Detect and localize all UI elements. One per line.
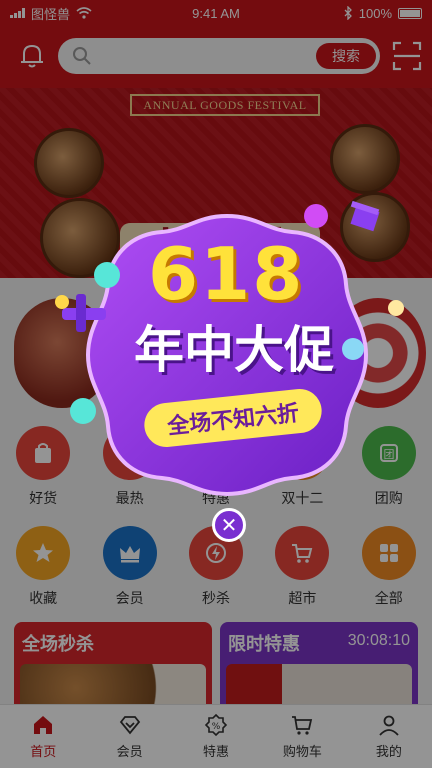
airplane-icon bbox=[55, 294, 106, 332]
close-button[interactable]: ✕ bbox=[212, 508, 246, 542]
gift-box-icon bbox=[350, 200, 380, 232]
popup-headline: 年中大促 bbox=[134, 322, 334, 378]
popup-number: 618 bbox=[148, 232, 305, 316]
decor-dot bbox=[94, 262, 120, 288]
decor-dot bbox=[304, 204, 328, 228]
close-icon: ✕ bbox=[220, 514, 238, 537]
promo-popup[interactable]: 618 年中大促 全场不知六折 bbox=[82, 210, 372, 500]
decor-dot bbox=[388, 300, 404, 316]
decor-dot bbox=[70, 398, 96, 424]
decor-dot bbox=[342, 338, 364, 360]
